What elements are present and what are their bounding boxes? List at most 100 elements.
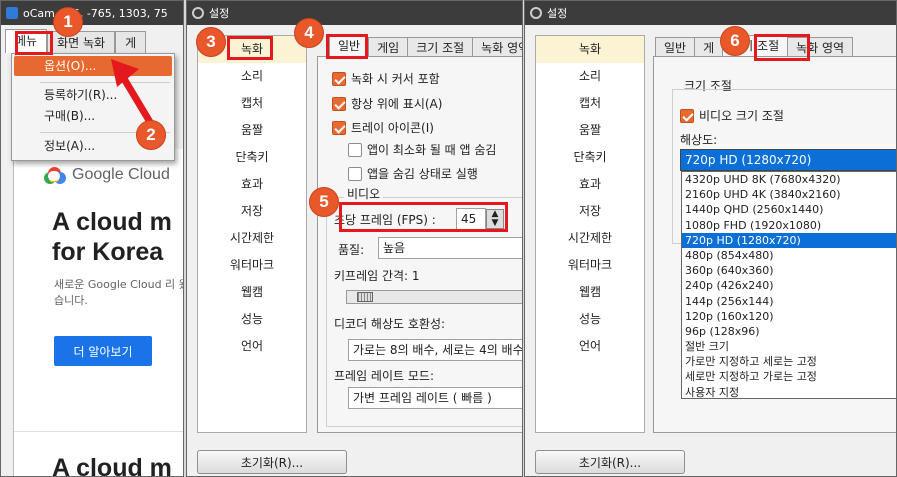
settings-window-resize: 설정 녹화 소리 캡처 움짤 단축키 효과 저장 시간제한 워터마크 웹캠 성능… [524,0,897,477]
sidebar-item-hotkey[interactable]: 단축키 [536,144,644,171]
checkbox-checked-icon[interactable] [680,108,694,123]
keyframe-interval-label: 키프레임 간격: 1 [334,269,420,283]
check-start-hidden[interactable]: 앱을 숨김 상태로 실행 [348,165,478,182]
sidebar-item-capture[interactable]: 캡처 [198,90,306,117]
resolution-option[interactable]: 세로만 지정하고 가로는 고정 [682,369,896,384]
resolution-option[interactable]: 2160p UHD 4K (3840x2160) [682,187,896,202]
sidebar-item-effect[interactable]: 효과 [198,171,306,198]
resolution-option[interactable]: 480p (854x480) [682,248,896,263]
tab-game[interactable]: 게 [115,31,147,53]
highlight-record-sidebar [227,36,273,60]
tab-general[interactable]: 일반 [655,37,695,57]
sidebar-item-language[interactable]: 언어 [198,333,306,360]
sidebar-item-save[interactable]: 저장 [198,198,306,225]
resolution-option[interactable]: 120p (160x120) [682,309,896,324]
check-tray-icon[interactable]: 트레이 아이콘(I) [332,119,434,136]
highlight-resize-tab [754,34,810,61]
checkbox-checked-icon[interactable] [332,120,346,135]
keyframe-slider[interactable] [346,290,522,304]
step-badge-2: 2 [136,120,166,150]
sidebar-item-gif[interactable]: 움짤 [536,117,644,144]
checkbox-unchecked-icon[interactable] [348,166,362,181]
promo-subtext: 새로운 Google Cloud 리 왔습니다. [54,278,184,307]
sidebar-item-webcam[interactable]: 웹캠 [536,279,644,306]
promo-headline-line1: A cloud m [52,208,172,236]
highlight-menu-tab [15,31,53,55]
step-badge-5: 5 [309,187,339,217]
sidebar-item-effect[interactable]: 효과 [536,171,644,198]
step-badge-6: 6 [720,26,750,56]
settings-titlebar[interactable]: 설정 [525,1,896,25]
ocam-window-title: oCam - 65, -765, 1303, 75 [23,6,168,20]
sidebar-item-watermark[interactable]: 워터마크 [198,252,306,279]
step-badge-3: 3 [196,27,226,57]
tab-game[interactable]: 게임 [368,37,408,57]
learn-more-button[interactable]: 더 알아보기 [54,336,152,366]
ocam-titlebar[interactable]: oCam - 65, -765, 1303, 75 [1,1,183,25]
check-video-resize[interactable]: 비디오 크기 조절 [680,107,784,124]
settings-window-title: 설정 [209,7,230,20]
decoder-compat-select[interactable]: 가로는 8의 배수, 세로는 4의 배수 [348,339,522,361]
sidebar-item-sound[interactable]: 소리 [198,63,306,90]
content-divider [14,431,183,432]
resolution-option[interactable]: 사용자 지정 [682,385,896,400]
frame-rate-mode-label: 프레임 레이트 모드: [334,369,434,383]
check-hide-on-minimize[interactable]: 앱이 최소화 될 때 앱 숨김 [348,141,496,158]
frame-rate-mode-select[interactable]: 가변 프레임 레이트 ( 빠름 ) [348,387,522,409]
sidebar-item-gif[interactable]: 움짤 [198,117,306,144]
reset-button[interactable]: 초기화(R)... [535,450,685,474]
tab-game[interactable]: 게 [694,37,723,57]
highlight-general-tab [326,34,368,59]
sidebar-item-time-limit[interactable]: 시간제한 [536,225,644,252]
settings-titlebar[interactable]: 설정 [187,1,522,25]
tab-resize[interactable]: 크기 조절 [407,37,473,57]
checkbox-checked-icon[interactable] [332,71,346,86]
highlight-fps-setting [339,202,508,232]
resolution-option[interactable]: 240p (426x240) [682,278,896,293]
sidebar-item-save[interactable]: 저장 [536,198,644,225]
keyframe-slider-thumb[interactable] [357,292,373,302]
sidebar-item-record[interactable]: 녹화 [536,36,644,63]
step-badge-1: 1 [53,7,83,37]
sidebar-item-time-limit[interactable]: 시간제한 [198,225,306,252]
tab-screen-record[interactable]: 화면 녹화 [47,31,116,53]
google-cloud-logo-icon [42,165,66,185]
checkbox-unchecked-icon[interactable] [348,142,362,157]
sidebar-item-performance[interactable]: 성능 [198,306,306,333]
sidebar-item-language[interactable]: 언어 [536,333,644,360]
decoder-compat-label: 디코더 해상도 호환성: [334,317,446,331]
settings-sidebar: 녹화 소리 캡처 움짤 단축키 효과 저장 시간제한 워터마크 웹캠 성능 언어 [535,35,645,433]
settings-window-title: 설정 [547,7,568,20]
sidebar-item-webcam[interactable]: 웹캠 [198,279,306,306]
step-badge-4: 4 [294,18,324,48]
resolution-option-selected[interactable]: 720p HD (1280x720) [682,232,896,248]
resolution-option[interactable]: 가로만 지정하고 세로는 고정 [682,354,896,369]
resolution-option[interactable]: 360p (640x360) [682,263,896,278]
sidebar-item-capture[interactable]: 캡처 [536,90,644,117]
checkbox-checked-icon[interactable] [332,96,346,111]
general-panel: 녹화 시 커서 포함 항상 위에 표시(A) 트레이 아이콘(I) 앱이 최소화… [317,56,522,433]
resolution-select[interactable]: 720p HD (1280x720) [680,149,896,171]
check-always-on-top[interactable]: 항상 위에 표시(A) [332,95,442,112]
check-include-cursor[interactable]: 녹화 시 커서 포함 [332,70,440,87]
resolution-label: 해상도: [680,133,718,147]
resolution-option[interactable]: 144p (256x144) [682,294,896,309]
ocam-app-icon [6,7,18,19]
promo-headline-line2: for Korea [52,238,164,266]
resolution-option[interactable]: 1440p QHD (2560x1440) [682,202,896,217]
sidebar-item-hotkey[interactable]: 단축키 [198,144,306,171]
reset-button[interactable]: 초기화(R)... [197,450,347,474]
resolution-option[interactable]: 4320p UHD 8K (7680x4320) [682,172,896,187]
resolution-dropdown-list: 4320p UHD 8K (7680x4320) 2160p UHD 4K (3… [681,171,896,400]
sidebar-item-watermark[interactable]: 워터마크 [536,252,644,279]
google-cloud-brand: Google Cloud [42,165,170,185]
tab-record-area[interactable]: 녹화 영역 [472,37,522,57]
quality-select[interactable]: 높음 [378,237,522,259]
resolution-option[interactable]: 절반 크기 [682,339,896,354]
resolution-option[interactable]: 1080p FHD (1920x1080) [682,218,896,233]
sidebar-item-performance[interactable]: 성능 [536,306,644,333]
settings-sidebar: 녹화 소리 캡처 움짤 단축키 효과 저장 시간제한 워터마크 웹캠 성능 언어 [197,35,307,433]
settings-gear-icon [192,7,204,19]
resolution-option[interactable]: 96p (128x96) [682,324,896,339]
sidebar-item-sound[interactable]: 소리 [536,63,644,90]
